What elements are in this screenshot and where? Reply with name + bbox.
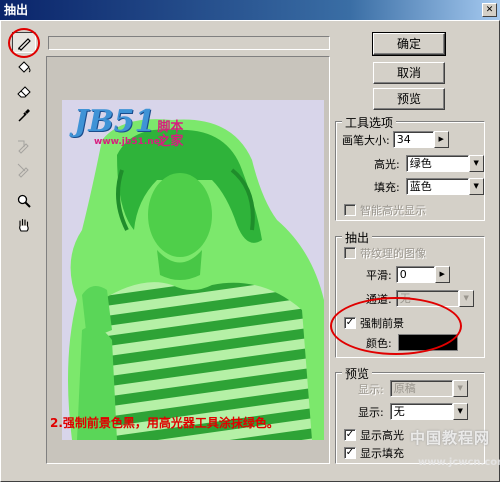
eyedropper-icon (18, 108, 30, 122)
title-bar-buttons: ✕ (482, 3, 497, 17)
zoom-tool[interactable] (12, 190, 36, 211)
brush-size-input[interactable]: 34 (392, 131, 434, 148)
fill-bucket-icon (18, 60, 31, 73)
fill-bucket-tool[interactable] (12, 56, 36, 77)
tool-palette (12, 32, 38, 235)
display-label: 显示: (358, 405, 384, 419)
hand-icon (19, 218, 29, 232)
highlight-label: 高光: (374, 157, 400, 171)
eraser-icon (17, 85, 31, 97)
tool-options-title: 工具选项 (342, 114, 397, 131)
tool-hint-field (48, 36, 330, 50)
show-highlight-checkbox[interactable]: ✓ (344, 429, 356, 441)
zoom-icon (17, 194, 31, 208)
fill-select[interactable]: 蓝色 ▼ (405, 178, 484, 195)
smooth-control[interactable]: 0 ▶ (395, 266, 450, 283)
hand-tool[interactable] (12, 214, 36, 235)
logo-cn-line1: 脚本 (157, 120, 184, 135)
watermark-text: 中国教程网 (410, 429, 491, 447)
highlight-value: 绿色 (405, 155, 469, 172)
smart-highlight-checkbox[interactable] (344, 204, 356, 216)
chevron-down-icon[interactable]: ▼ (452, 380, 468, 397)
brush-size-slider-arrow-icon[interactable]: ▶ (433, 131, 449, 148)
highlight-select[interactable]: 绿色 ▼ (405, 155, 484, 172)
show-fill-label: 显示填充 (360, 447, 404, 460)
tutorial-caption: 2.强制前景色黑，用高光器工具涂抹绿色。 (50, 416, 279, 430)
cleanup-tool[interactable] (12, 135, 36, 156)
logo-text: JB51 (74, 104, 156, 139)
highlighted-subject-image (62, 100, 324, 440)
display-select[interactable]: 无 ▼ (389, 403, 468, 420)
ok-button[interactable]: 确定 (372, 32, 446, 56)
display-value: 无 (389, 403, 453, 420)
brush-size-label: 画笔大小: (342, 133, 390, 147)
chevron-down-icon[interactable]: ▼ (458, 290, 474, 307)
chevron-down-icon[interactable]: ▼ (468, 155, 484, 172)
edge-touchup-tool[interactable] (12, 159, 36, 180)
show-highlight-label: 显示高光 (360, 429, 404, 442)
chevron-down-icon[interactable]: ▼ (468, 178, 484, 195)
textured-image-label: 带纹理的图像 (360, 247, 426, 260)
textured-image-checkbox[interactable] (344, 247, 356, 259)
show-fill-checkbox[interactable]: ✓ (344, 447, 356, 459)
preview-button[interactable]: 预览 (373, 88, 445, 110)
close-icon[interactable]: ✕ (482, 3, 497, 17)
window-title: 抽出 (4, 3, 29, 17)
show-value: 原稿 (389, 380, 453, 397)
smooth-label: 平滑: (366, 268, 392, 282)
smart-highlight-label: 智能高光显示 (360, 204, 426, 217)
cleanup-tool-icon (18, 140, 29, 154)
show-select[interactable]: 原稿 ▼ (389, 380, 468, 397)
fill-label: 填充: (374, 180, 400, 194)
title-bar: 抽出 ✕ (0, 0, 500, 20)
show-label: 显示: (358, 382, 384, 396)
tool-options-group: 工具选项 画笔大小: 34 ▶ 高光: 绿色 ▼ 填充: 蓝色 ▼ 智能高光显示 (335, 114, 485, 221)
smooth-input[interactable]: 0 (395, 266, 435, 283)
edge-touchup-icon (17, 163, 29, 178)
annotation-circle-tool (8, 28, 40, 58)
eraser-tool[interactable] (12, 80, 36, 101)
watermark-url: www.jcwcn.com (418, 457, 500, 468)
fill-value: 蓝色 (405, 178, 469, 195)
brush-size-control[interactable]: 34 ▶ (392, 131, 449, 148)
extract-photo (62, 100, 324, 440)
chevron-down-icon[interactable]: ▼ (452, 403, 468, 420)
eyedropper-tool[interactable] (12, 104, 36, 125)
preview-group: 预览 显示: 原稿 ▼ 显示: 无 ▼ ✓ 显示高光 ✓ 显示填充 (335, 365, 485, 464)
extraction-title: 抽出 (342, 229, 373, 246)
smooth-slider-arrow-icon[interactable]: ▶ (434, 266, 450, 283)
annotation-circle-force (330, 297, 462, 355)
logo-url: www.jb51.net (94, 137, 165, 147)
cancel-button[interactable]: 取消 (373, 62, 445, 84)
